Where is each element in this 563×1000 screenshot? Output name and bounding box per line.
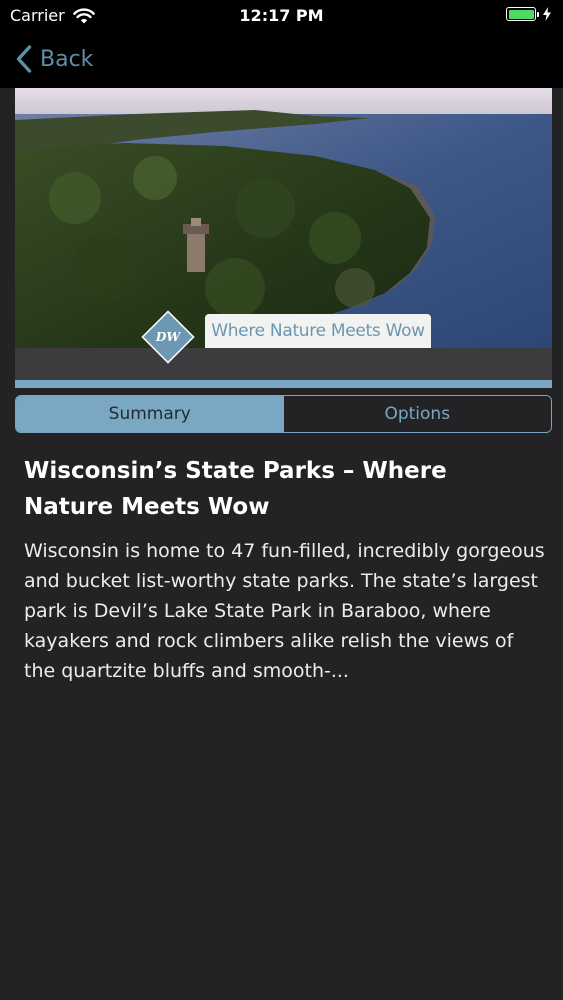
video-progress-bar[interactable]: [15, 380, 552, 388]
navigation-bar: Back: [0, 34, 563, 88]
segmented-control: Summary Options: [15, 395, 552, 433]
chevron-left-icon: [16, 45, 32, 73]
battery-level: [508, 9, 534, 19]
battery-indicator: [506, 7, 551, 21]
video-thumbnail: [15, 88, 552, 348]
back-button[interactable]: Back: [16, 42, 93, 76]
back-label: Back: [40, 46, 94, 72]
status-bar: Carrier 12:17 PM: [0, 0, 563, 34]
article-summary: Wisconsin is home to 47 fun-filled, incr…: [24, 540, 545, 682]
charging-bolt-icon: [543, 7, 551, 21]
video-letterbox: [15, 348, 552, 380]
video-player[interactable]: DW Where Nature Meets Wow: [15, 88, 552, 388]
article-title: Wisconsin’s State Parks – Where Nature M…: [24, 458, 447, 520]
video-progress-fill: [15, 380, 552, 388]
content-area: DW Where Nature Meets Wow Summary Option…: [0, 88, 563, 1000]
battery-icon: [506, 7, 536, 21]
video-caption: Where Nature Meets Wow: [205, 314, 431, 348]
battery-nub: [537, 11, 539, 17]
tab-options[interactable]: Options: [283, 396, 551, 432]
clock: 12:17 PM: [239, 6, 324, 25]
tab-summary[interactable]: Summary: [16, 396, 284, 432]
